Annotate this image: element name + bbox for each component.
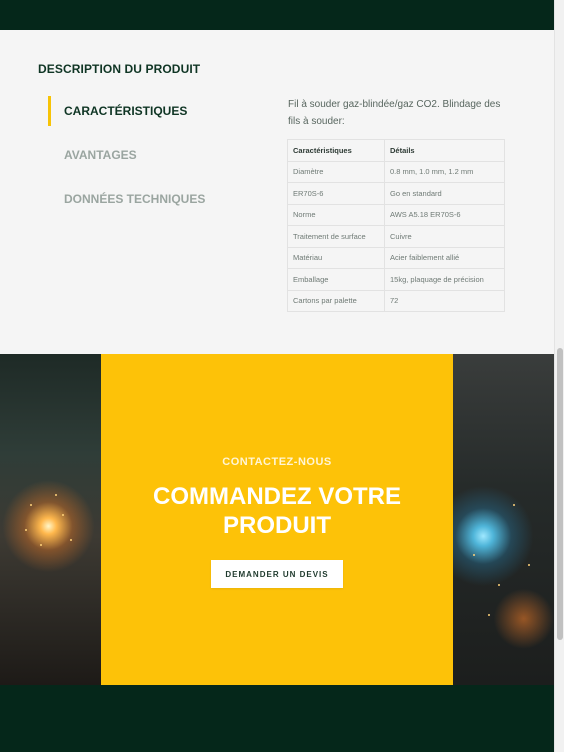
table-cell: Norme [287,203,385,226]
table-cell: Acier faiblement allié [384,246,505,269]
product-tabs: CARACTÉRISTIQUES AVANTAGES DONNÉES TECHN… [48,96,248,228]
column-header: Détails [384,139,505,162]
table-row: Traitement de surface Cuivre [287,225,505,248]
table-cell: ER70S-6 [287,182,385,205]
table-row: Cartons par palette 72 [287,289,505,312]
specifications-table: Caractéristiques Détails Diamètre 0.8 mm… [287,139,505,312]
tab-caracteristiques[interactable]: CARACTÉRISTIQUES [48,96,248,140]
footer [0,685,554,752]
table-cell: Cuivre [384,225,505,248]
table-row: Norme AWS A5.18 ER70S-6 [287,203,505,226]
table-cell: Emballage [287,268,385,291]
product-description-text: Fil à souder gaz-blindée/gaz CO2. Blinda… [288,99,501,127]
cta-panel: CONTACTEZ-NOUS COMMANDEZ VOTRE PRODUIT D… [101,354,453,685]
product-description-section: DESCRIPTION DU PRODUIT CARACTÉRISTIQUES … [0,30,554,354]
table-cell: 0.8 mm, 1.0 mm, 1.2 mm [384,160,505,183]
table-cell: Diamètre [287,160,385,183]
table-cell: Traitement de surface [287,225,385,248]
cta-headline-line: COMMANDEZ VOTRE [153,483,401,510]
cta-headline-line: PRODUIT [223,512,331,539]
tab-donnees-techniques[interactable]: DONNÉES TECHNIQUES [48,184,248,228]
table-cell: AWS A5.18 ER70S-6 [384,203,505,226]
table-cell: Matériau [287,246,385,269]
cta-kicker: CONTACTEZ-NOUS [222,456,332,468]
welding-photo-left [0,354,101,685]
contact-cta-section: CONTACTEZ-NOUS COMMANDEZ VOTRE PRODUIT D… [0,354,554,685]
tab-avantages[interactable]: AVANTAGES [48,140,248,184]
table-row: Diamètre 0.8 mm, 1.0 mm, 1.2 mm [287,160,505,183]
page-scrollbar[interactable] [554,0,564,752]
table-cell: 15kg, plaquage de précision [384,268,505,291]
scrollbar-thumb[interactable] [557,348,563,640]
table-row: Matériau Acier faiblement allié [287,246,505,269]
welding-photo-right [453,354,554,685]
table-cell: Cartons par palette [287,289,385,312]
section-title: DESCRIPTION DU PRODUIT [38,62,201,76]
table-row: Emballage 15kg, plaquage de précision [287,268,505,291]
table-cell: Go en standard [384,182,505,205]
table-cell: 72 [384,289,505,312]
cta-headline: COMMANDEZ VOTRE PRODUIT [101,482,453,540]
table-row: ER70S-6 Go en standard [287,182,505,205]
request-quote-button[interactable]: DEMANDER UN DEVIS [211,560,343,588]
table-header-row: Caractéristiques Détails [287,139,505,162]
top-header-bar [0,0,554,30]
column-header: Caractéristiques [287,139,385,162]
